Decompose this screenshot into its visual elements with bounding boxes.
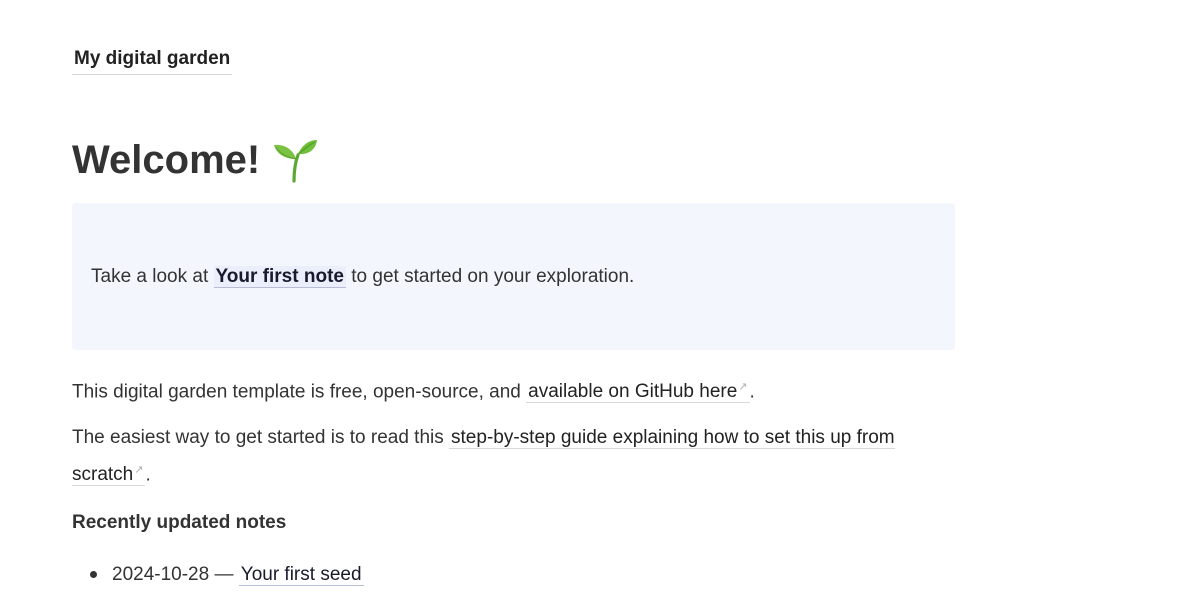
external-link-icon: ↗ (134, 464, 144, 476)
external-link-icon: ↗ (738, 381, 748, 393)
page-title: Welcome! (72, 134, 318, 186)
guide-paragraph-suffix: . (145, 464, 151, 486)
callout-prefix: Take a look at (91, 266, 214, 287)
recent-note-link[interactable]: Your first seed (238, 564, 364, 586)
list-item: 2024-10-28 — Your first seed (72, 560, 364, 590)
github-paragraph: This digital garden template is free, op… (72, 371, 952, 408)
first-note-link[interactable]: Your first note (213, 266, 346, 288)
bullet-icon (90, 571, 97, 578)
page: My digital garden Welcome! Take a look a… (0, 0, 1200, 600)
page-title-text: Welcome! (72, 138, 261, 182)
site-title-link[interactable]: My digital garden (72, 46, 233, 75)
callout-text: Take a look at Your first note to get st… (91, 263, 634, 291)
recent-notes-heading: Recently updated notes (72, 512, 287, 533)
github-paragraph-prefix: This digital garden template is free, op… (72, 381, 527, 403)
welcome-callout: Take a look at Your first note to get st… (72, 203, 955, 350)
github-link[interactable]: available on GitHub here↗ (526, 381, 750, 404)
seedling-icon (272, 137, 318, 183)
note-date: 2024-10-28 (112, 564, 210, 585)
github-paragraph-suffix: . (749, 381, 755, 403)
github-link-label: available on GitHub here (528, 381, 738, 403)
date-separator: — (209, 564, 239, 585)
guide-paragraph-prefix: The easiest way to get started is to rea… (72, 427, 450, 448)
callout-suffix: to get started on your exploration. (345, 266, 635, 287)
recent-notes-list: 2024-10-28 — Your first seed (72, 560, 364, 594)
guide-paragraph: The easiest way to get started is to rea… (72, 422, 952, 491)
